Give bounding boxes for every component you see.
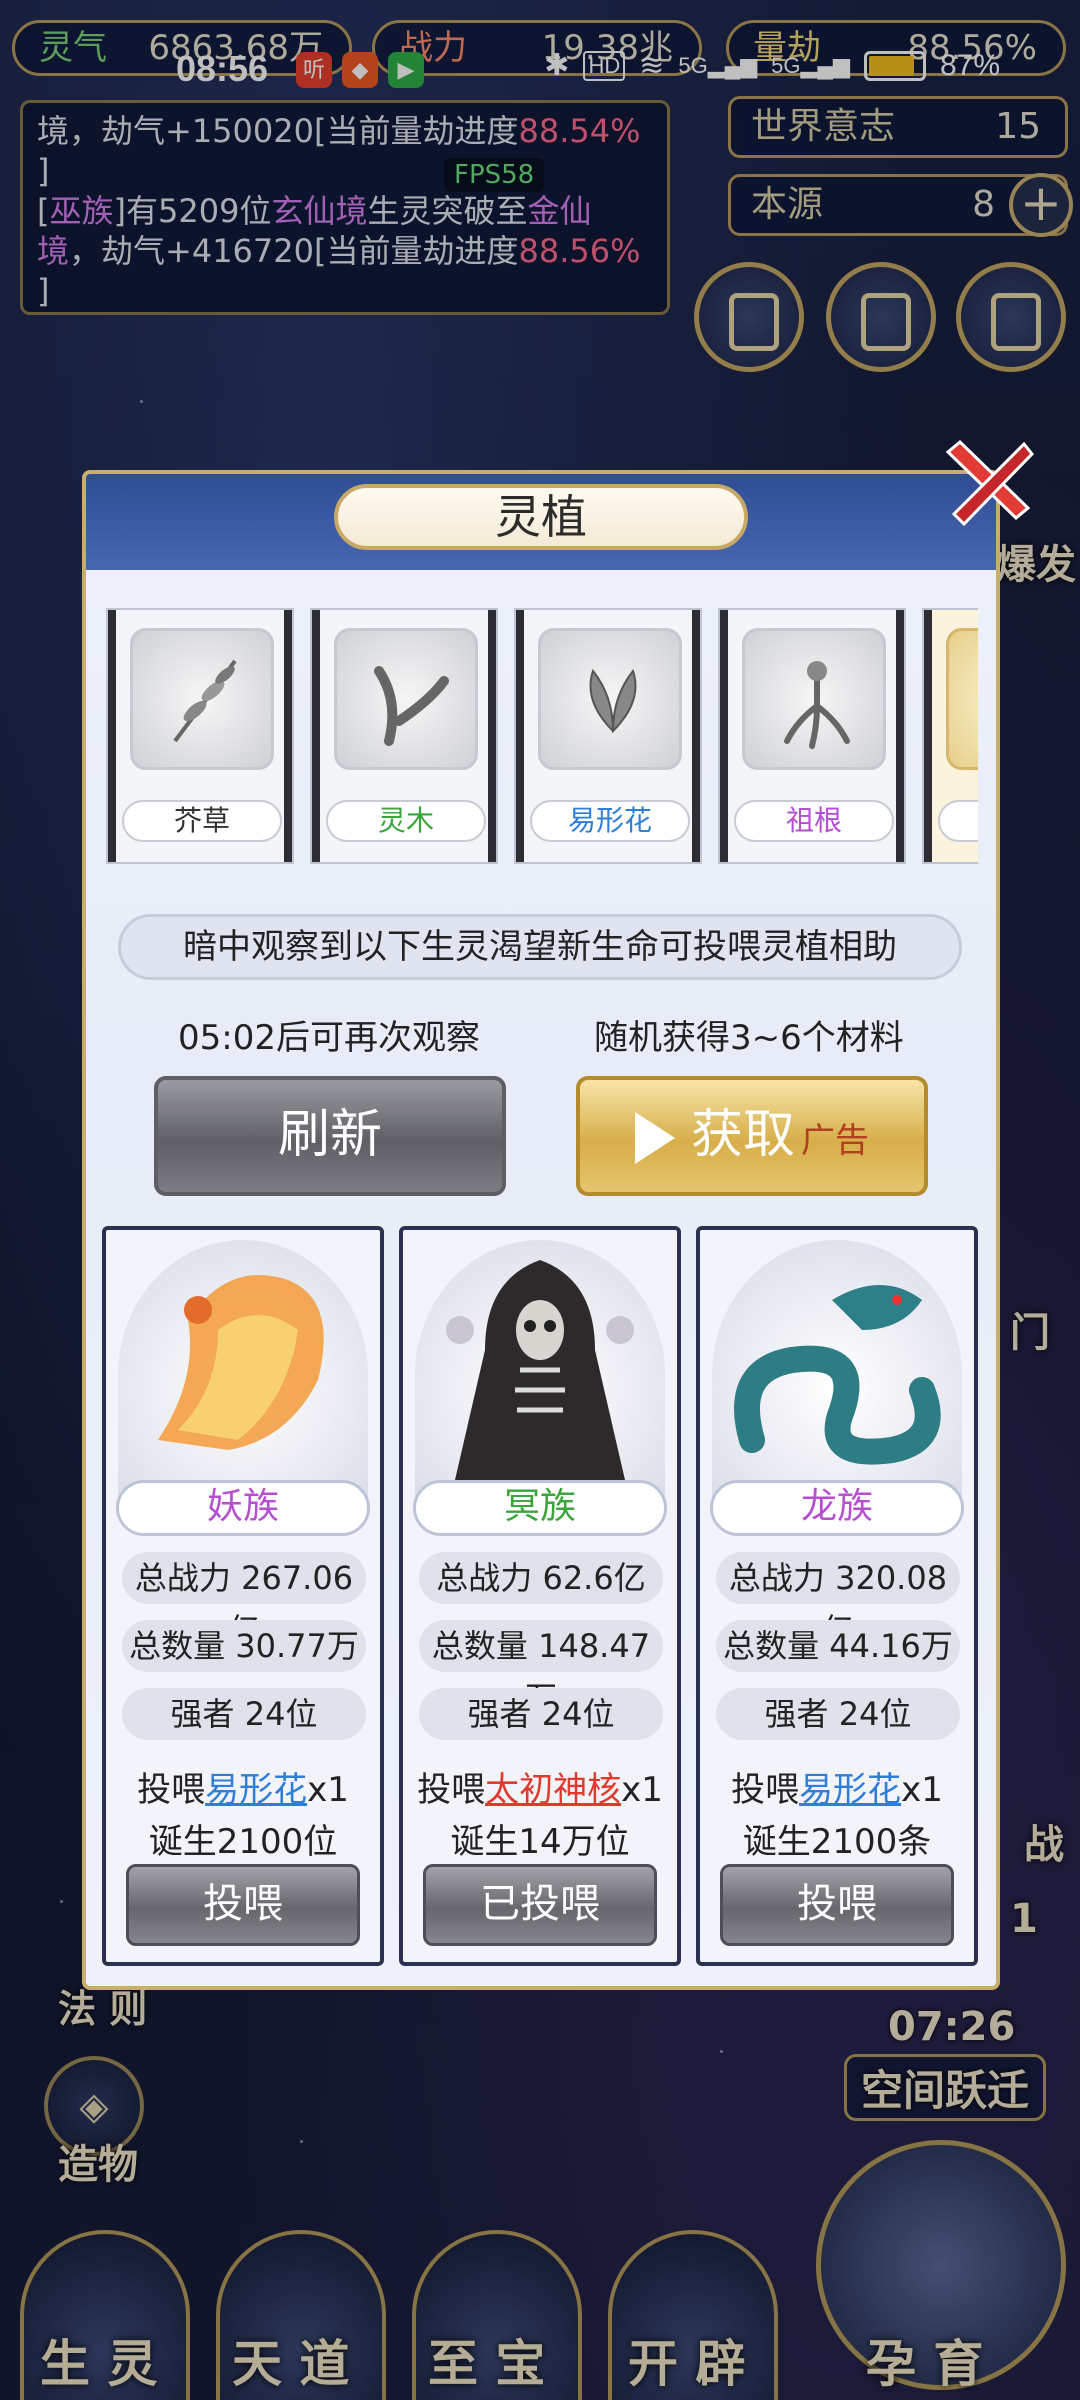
dragon-portrait [712, 1240, 962, 1510]
plant-name: 青 [938, 800, 978, 842]
creature-card-ming: 冥族 总战力 62.6亿 总数量 148.47万 强者 24位 投喂太初神核x1… [399, 1226, 681, 1966]
total-power: 总战力 320.08亿 [716, 1552, 960, 1649]
strong-count: 强者 24位 [419, 1688, 663, 1740]
reaper-portrait [415, 1240, 665, 1510]
wood-icon [334, 628, 478, 770]
total-count: 总数量 148.47万 [419, 1620, 663, 1717]
total-count: 总数量 44.16万 [716, 1620, 960, 1672]
close-icon[interactable] [936, 430, 1036, 530]
herb-icon [130, 628, 274, 770]
feed-requirement: 投喂太初神核x1 [417, 1770, 663, 1810]
born-text: 诞生14万位 [450, 1822, 630, 1862]
plant-item-lingmu[interactable]: 灵木 [310, 608, 498, 864]
plant-list[interactable]: 芥草 灵木 易形花 祖根 青 [102, 608, 978, 866]
born-text: 诞生2100条 [742, 1822, 932, 1862]
fed-button[interactable]: 已投喂 [423, 1864, 657, 1946]
refresh-label: 刷新 [277, 1105, 382, 1165]
ad-label: 广告 [801, 1121, 869, 1161]
race-label: 龙族 [710, 1480, 964, 1536]
born-text: 诞生2100位 [148, 1822, 338, 1862]
root-icon [742, 628, 886, 770]
random-material-text: 随机获得3~6个材料 [594, 1018, 904, 1058]
feed-button[interactable]: 投喂 [720, 1864, 954, 1946]
race-label: 冥族 [413, 1480, 667, 1536]
plant-name: 芥草 [122, 800, 282, 842]
get-ad-button[interactable]: 获取 广告 [576, 1076, 928, 1196]
total-power: 总战力 62.6亿 [419, 1552, 663, 1604]
play-ad-icon [634, 1112, 675, 1164]
plant-item-jiecao[interactable]: 芥草 [106, 608, 294, 864]
plant-name: 易形花 [530, 800, 690, 842]
feed-requirement: 投喂易形花x1 [731, 1770, 943, 1810]
strong-count: 强者 24位 [122, 1688, 366, 1740]
feed-button[interactable]: 投喂 [126, 1864, 360, 1946]
feed-requirement: 投喂易形花x1 [137, 1770, 349, 1810]
total-power: 总战力 267.06亿 [122, 1552, 366, 1649]
plant-item-yixinghua[interactable]: 易形花 [514, 608, 702, 864]
phoenix-portrait [118, 1240, 368, 1510]
creature-card-yao: 妖族 总战力 267.06亿 总数量 30.77万 强者 24位 投喂易形花x1… [102, 1226, 384, 1966]
race-label: 妖族 [116, 1480, 370, 1536]
plant-item-qing[interactable]: 青 [922, 608, 978, 864]
observe-notice: 暗中观察到以下生灵渴望新生命可投喂灵植相助 [118, 914, 962, 980]
flower-icon [538, 628, 682, 770]
strong-count: 强者 24位 [716, 1688, 960, 1740]
plant-name: 灵木 [326, 800, 486, 842]
cooldown-text: 05:02后可再次观察 [178, 1018, 480, 1058]
refresh-button[interactable]: 刷新 [154, 1076, 506, 1196]
get-label: 获取 [690, 1105, 795, 1165]
plant-name: 祖根 [734, 800, 894, 842]
leaf-icon [946, 628, 978, 770]
total-count: 总数量 30.77万 [122, 1620, 366, 1672]
plant-item-zugen[interactable]: 祖根 [718, 608, 906, 864]
modal-title: 灵植 [334, 484, 748, 550]
creature-card-long: 龙族 总战力 320.08亿 总数量 44.16万 强者 24位 投喂易形花x1… [696, 1226, 978, 1966]
